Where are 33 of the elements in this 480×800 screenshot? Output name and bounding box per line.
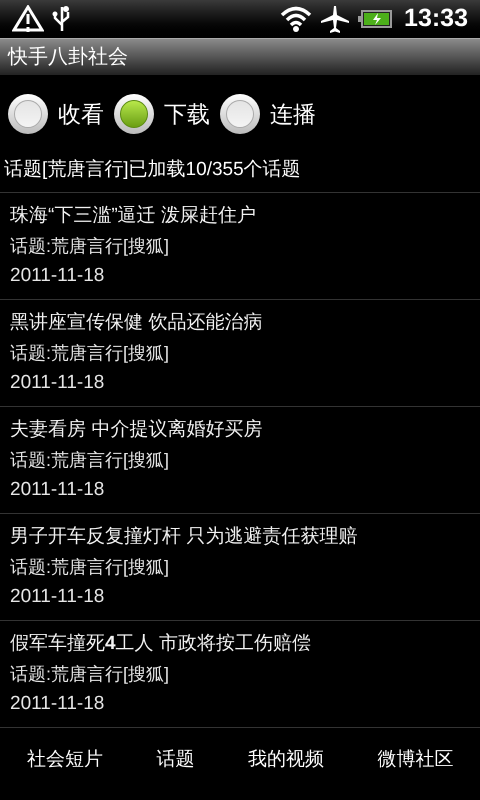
news-date: 2011-11-18 — [10, 692, 104, 716]
news-date: 2011-11-18 — [10, 371, 104, 395]
news-topic: 话题:荒唐言行[搜狐] — [10, 556, 170, 579]
radio-button[interactable] — [8, 94, 48, 134]
news-title[interactable]: 假军车撞死4工人 市政将按工伤赔偿 — [10, 629, 311, 659]
status-message: 话题[荒唐言行]已加载10/355个话题 — [4, 158, 301, 182]
news-topic: 话题:荒唐言行[搜狐] — [10, 449, 170, 472]
usb-icon — [52, 5, 72, 33]
battery-icon — [358, 9, 392, 29]
news-date: 2011-11-18 — [10, 478, 104, 502]
bottom-tab[interactable]: 我的视频 — [244, 746, 328, 774]
clock-time: 13:33 — [404, 3, 468, 34]
radio-label: 下载 — [164, 100, 210, 129]
news-topic: 话题:荒唐言行[搜狐] — [10, 235, 170, 258]
news-topic: 话题:荒唐言行[搜狐] — [10, 342, 170, 365]
news-title[interactable]: 男子开车反复撞灯杆 只为逃避责任获理赔 — [10, 522, 358, 552]
radio-button[interactable] — [114, 94, 154, 134]
airplane-icon — [320, 4, 350, 34]
news-title[interactable]: 黑讲座宣传保健 饮品还能治病 — [10, 308, 262, 338]
window-title: 快手八卦社会 — [8, 45, 128, 70]
news-date: 2011-11-18 — [10, 585, 104, 609]
news-date: 2011-11-18 — [10, 264, 104, 288]
bottom-tab[interactable]: 话题 — [152, 746, 198, 774]
warning-icon — [12, 5, 44, 33]
news-title[interactable]: 夫妻看房 中介提议离婚好买房 — [10, 415, 262, 445]
news-topic: 话题:荒唐言行[搜狐] — [10, 663, 170, 686]
wifi-icon — [280, 6, 312, 32]
bottom-tab[interactable]: 微博社区 — [373, 746, 458, 774]
radio-label: 收看 — [58, 100, 104, 129]
bottom-tab[interactable]: 社会短片 — [22, 746, 107, 774]
radio-button[interactable] — [220, 94, 260, 134]
radio-label: 连播 — [270, 100, 316, 129]
news-title[interactable]: 珠海“下三滥”逼迁 泼屎赶住户 — [10, 201, 256, 231]
